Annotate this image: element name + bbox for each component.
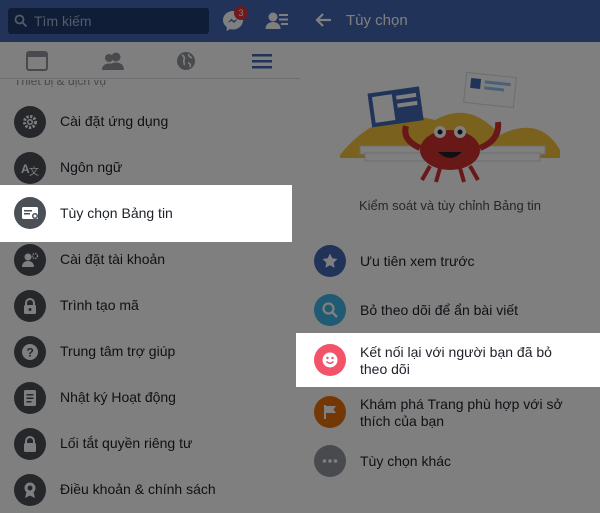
language-icon: A文 [14, 152, 46, 184]
tab-news-feed[interactable] [0, 42, 75, 79]
option-label: Bỏ theo dõi để ẩn bài viết [360, 302, 519, 318]
title-bar: Tùy chọn [300, 0, 600, 42]
tab-bar [0, 42, 300, 79]
friend-requests-icon [265, 12, 288, 29]
menu-section-header-text: Thiết bị & dịch vụ [14, 80, 107, 88]
tab-friends[interactable] [75, 42, 150, 79]
svg-text:?: ? [27, 346, 34, 360]
privacy-lock-icon [14, 428, 46, 460]
option-more[interactable]: Tùy chọn khác [300, 443, 600, 483]
page-subtitle: Kiểm soát và tùy chỉnh Bảng tin [358, 198, 542, 213]
menu-item-app-settings[interactable]: Cài đặt ứng dụng [0, 99, 300, 145]
search-input[interactable] [34, 8, 204, 34]
menu-item-activity-log[interactable]: Nhật ký Hoạt động [0, 375, 300, 421]
gear-icon [14, 106, 46, 138]
flag-icon [314, 396, 346, 428]
option-label: Khám phá Trang phù hợp với sở thích của … [360, 396, 563, 429]
menu-item-label: Nhật ký Hoạt động [60, 389, 176, 405]
search-icon [314, 294, 346, 326]
search-icon [14, 14, 28, 28]
star-icon [314, 245, 346, 277]
menu-item-privacy-shortcuts[interactable]: Lối tắt quyền riêng tư [0, 421, 300, 467]
terms-icon [14, 474, 46, 506]
smile-icon [314, 344, 346, 376]
menu-item-label: Trình tạo mã [60, 297, 139, 313]
option-label: Ưu tiên xem trước [360, 253, 475, 269]
right-pane: Tùy chọn Kiểm soát và tùy chỉnh Bảng tin [300, 0, 600, 513]
more-icon [314, 445, 346, 477]
activity-log-icon [14, 382, 46, 414]
news-feed-icon [26, 51, 48, 71]
news-feed-preferences-icon [14, 197, 46, 229]
option-prioritize-who-to-see[interactable]: Ưu tiên xem trước [300, 243, 600, 283]
menu-item-label: Cài đặt ứng dụng [60, 113, 169, 129]
page-title: Tùy chọn [346, 12, 408, 29]
friends-icon [102, 52, 124, 70]
tab-menu[interactable] [225, 42, 300, 79]
top-bar: 3 [0, 0, 300, 42]
option-label: Tùy chọn khác [360, 453, 452, 469]
friend-requests-button[interactable] [264, 8, 290, 34]
menu-item-account-settings[interactable]: Cài đặt tài khoản [0, 237, 300, 283]
search-box[interactable] [8, 8, 209, 34]
account-settings-icon [14, 244, 46, 276]
globe-icon [177, 52, 195, 70]
tab-notifications[interactable] [150, 42, 225, 79]
menu-item-label: Điều khoản & chính sách [60, 481, 216, 497]
lock-icon [14, 290, 46, 322]
svg-text:文: 文 [29, 165, 39, 177]
menu-item-label: Lối tắt quyền riêng tư [60, 435, 193, 451]
menu-item-terms-policies[interactable]: Điều khoản & chính sách [0, 467, 300, 513]
menu-section-header: Thiết bị & dịch vụ [0, 80, 300, 94]
menu-item-code-generator[interactable]: Trình tạo mã [0, 283, 300, 329]
menu-item-label: Cài đặt tài khoản [60, 251, 166, 267]
back-arrow-icon[interactable] [314, 11, 332, 29]
help-icon: ? [14, 336, 46, 368]
option-discover-pages[interactable]: Khám phá Trang phù hợp với sở thích của … [300, 390, 600, 438]
highlight-reconnect-option[interactable]: Kết nối lại với người bạn đã bỏ theo dõi [296, 333, 600, 387]
feed-crab-illustration [340, 71, 560, 183]
menu-item-help-center[interactable]: ? Trung tâm trợ giúp [0, 329, 300, 375]
hamburger-icon [252, 54, 272, 69]
menu-item-label: Ngôn ngữ [60, 159, 123, 175]
menu-item-label: Trung tâm trợ giúp [60, 343, 176, 359]
option-label: Kết nối lại với người bạn đã bỏ theo dõi [360, 344, 552, 377]
highlight-news-feed-preferences[interactable]: Tùy chọn Bảng tin [0, 185, 292, 242]
left-pane: 3 Thiết bị & dịch vụ Cài đặt ứng dụng A文… [0, 0, 300, 513]
messenger-badge: 3 [234, 6, 248, 20]
menu-item-label: Tùy chọn Bảng tin [60, 205, 173, 221]
option-unfollow[interactable]: Bỏ theo dõi để ẩn bài viết [300, 292, 600, 332]
